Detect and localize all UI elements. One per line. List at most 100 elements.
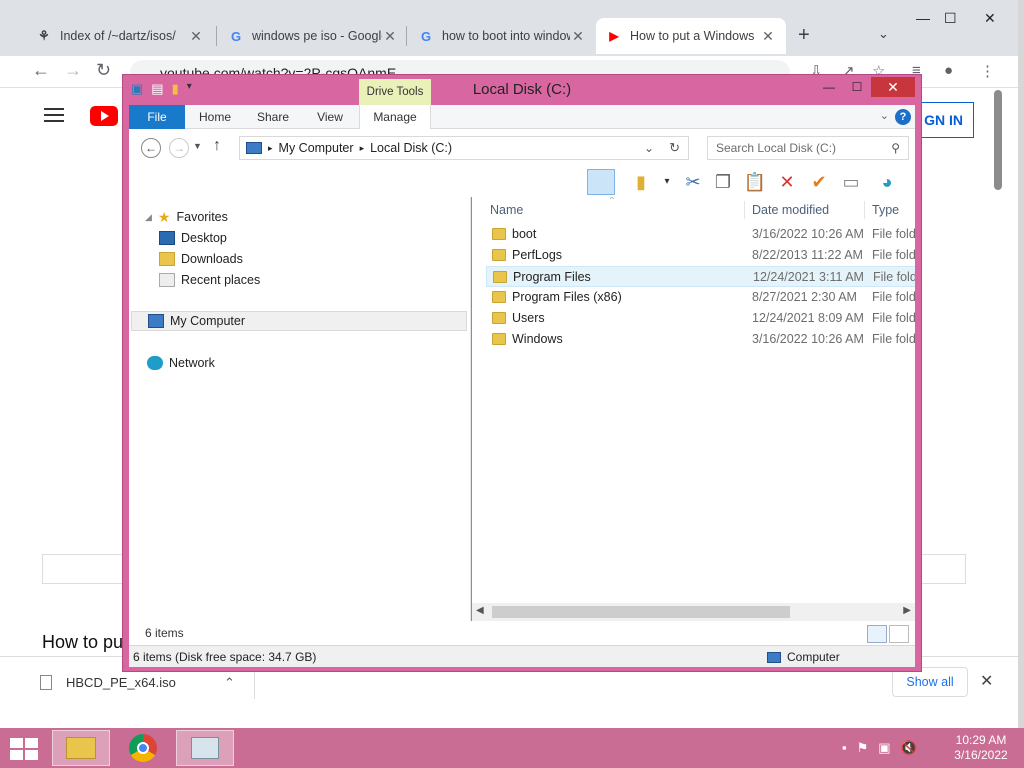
tab-home[interactable]: Home [187,105,243,129]
file-type: File folder [872,311,915,325]
download-item[interactable]: HBCD_PE_x64.iso [40,675,176,690]
help-icon[interactable]: ? [895,109,911,125]
file-row[interactable]: boot 3/16/2022 10:26 AM File folder [486,224,915,245]
up-arrow-icon[interactable]: ↑ [213,137,221,155]
taskbar-explorer[interactable] [52,730,110,766]
breadcrumb-separator-icon: ▸ [359,143,365,153]
column-name[interactable]: Name [490,203,523,217]
network-status-icon[interactable]: ▣ [878,740,890,756]
navigation-pane: ◢ ★ Favorites Desktop Downloads Recent p… [129,197,471,637]
close-button[interactable]: ✕ [871,77,915,97]
action-center-flag-icon[interactable]: ⚑ [857,740,869,756]
file-name: Program Files [513,270,591,284]
scroll-left-arrow-icon[interactable]: ◀ [476,605,484,616]
taskbar-task-manager[interactable] [176,730,234,766]
checkmark-icon[interactable]: ✔ [805,169,833,195]
nav-network[interactable]: Network [145,353,215,373]
forward-arrow-icon[interactable]: → [169,138,189,158]
google-icon: G [420,28,432,44]
nav-desktop[interactable]: Desktop [159,228,227,248]
network-globe-icon[interactable]: ◕ [873,169,901,195]
back-arrow-icon[interactable]: ← [141,138,161,158]
paste-icon[interactable]: 📋 [741,169,769,195]
breadcrumb-my-computer[interactable]: My Computer [279,137,354,159]
scrollbar-thumb[interactable] [492,606,790,618]
explorer-icon [66,737,96,759]
tab-file[interactable]: File [129,105,185,129]
tab-search-chevron-icon[interactable]: ⌄ [878,26,889,42]
expand-chevron-icon[interactable]: ◢ [145,212,152,223]
expand-ribbon-chevron-icon[interactable]: ⌄ [880,109,889,122]
new-tab-button[interactable]: + [798,24,810,47]
chrome-menu-icon[interactable]: ⋮ [980,62,995,80]
cut-icon[interactable]: ✂ [679,169,707,195]
minimize-button[interactable]: — [815,77,843,97]
column-separator[interactable] [864,201,865,219]
volume-muted-icon[interactable]: 🔇 [901,740,917,756]
chevron-up-icon[interactable]: ⌃ [224,675,235,691]
tab-manage[interactable]: Manage [359,105,431,129]
nav-downloads[interactable]: Downloads [159,249,243,269]
file-row[interactable]: Program Files (x86) 8/27/2021 2:30 AM File… [486,287,915,308]
column-date-modified[interactable]: Date modified [752,203,829,217]
file-row[interactable]: Windows 3/16/2022 10:26 AM File folder [486,329,915,350]
rename-icon[interactable]: ▭ [837,169,865,195]
file-row[interactable]: Users 12/24/2021 8:09 AM File folder [486,308,915,329]
nav-recent-places[interactable]: Recent places [159,270,260,290]
tab-windows-pe-iso[interactable]: G windows pe iso - Google Search ✕ [218,18,408,54]
show-hidden-icon[interactable]: ▪ [842,740,847,756]
scroll-right-arrow-icon[interactable]: ▶ [903,605,911,616]
large-icons-view-icon[interactable] [889,625,909,643]
copy-icon[interactable]: ❐ [709,169,737,195]
close-icon[interactable]: ✕ [570,28,586,45]
horizontal-scrollbar[interactable]: ◀ ▶ [472,603,915,621]
search-icon[interactable]: ⚲ [891,137,900,159]
taskbar-chrome[interactable] [114,730,172,766]
close-icon[interactable]: ✕ [188,28,204,45]
minimize-button[interactable]: — [916,10,930,26]
file-row[interactable]: Program Files 12/24/2021 3:11 AM File fold… [486,266,915,287]
clock[interactable]: 10:29 AM 3/16/2022 [946,733,1016,763]
delete-icon[interactable]: ✕ [773,169,801,195]
tab-youtube-active[interactable]: ▶ How to put a Windows ✕ [596,18,786,54]
recent-locations-chevron-icon[interactable]: ▼ [193,141,202,151]
new-folder-icon[interactable]: ▮ [172,81,179,97]
youtube-logo-icon[interactable] [90,106,118,126]
customize-dropdown-icon[interactable]: ▾ [187,81,192,97]
profile-avatar-icon[interactable]: ● [944,62,953,79]
properties-icon[interactable]: ▤ [151,81,163,97]
details-view-icon[interactable] [867,625,887,643]
close-downloads-icon[interactable]: ✕ [980,671,993,691]
back-arrow-icon[interactable]: ← [32,60,50,81]
search-input[interactable]: Search Local Disk (C:) ⚲ [707,136,909,160]
explorer-title-bar[interactable]: ▣ ▤ ▮ ▾ Drive Tools Local Disk (C:) — ☐ … [123,75,921,105]
dropdown-chevron-icon[interactable]: ▾ [653,169,681,195]
tab-view[interactable]: View [303,105,357,129]
tab-how-to-boot[interactable]: G how to boot into windows pe ✕ [408,18,596,54]
preview-pane-icon[interactable] [587,169,615,195]
close-window-button[interactable]: ✕ [984,10,996,27]
forward-arrow-icon[interactable]: → [64,60,82,81]
properties-check-icon[interactable]: ▮ [627,169,655,195]
file-row[interactable]: PerfLogs 8/22/2013 11:22 AM File folder [486,245,915,266]
tab-index-of-isos[interactable]: ⚘ Index of /~dartz/isos/ ✕ [26,18,214,54]
youtube-icon: ▶ [609,29,619,43]
breadcrumb-local-disk[interactable]: Local Disk (C:) [370,137,452,159]
tab-share[interactable]: Share [245,105,301,129]
nav-my-computer[interactable]: My Computer [131,311,467,331]
nav-favorites[interactable]: ◢ ★ Favorites [145,207,228,227]
network-icon [147,356,163,370]
hamburger-menu-icon[interactable] [44,108,64,122]
reload-icon[interactable]: ↻ [96,60,111,81]
explorer-address-bar[interactable]: ▸ My Computer ▸ Local Disk (C:) ⌄ ↻ [239,136,689,160]
column-type[interactable]: Type [872,203,899,217]
refresh-icon[interactable]: ↻ [669,137,680,159]
close-icon[interactable]: ✕ [760,28,776,45]
close-icon[interactable]: ✕ [382,28,398,45]
maximize-button[interactable]: ☐ [944,10,957,27]
start-windows-icon[interactable] [10,738,38,760]
column-separator[interactable] [744,201,745,219]
maximize-button[interactable]: ☐ [843,77,871,97]
address-dropdown-chevron-icon[interactable]: ⌄ [644,137,654,159]
page-scrollbar[interactable] [994,90,1002,190]
